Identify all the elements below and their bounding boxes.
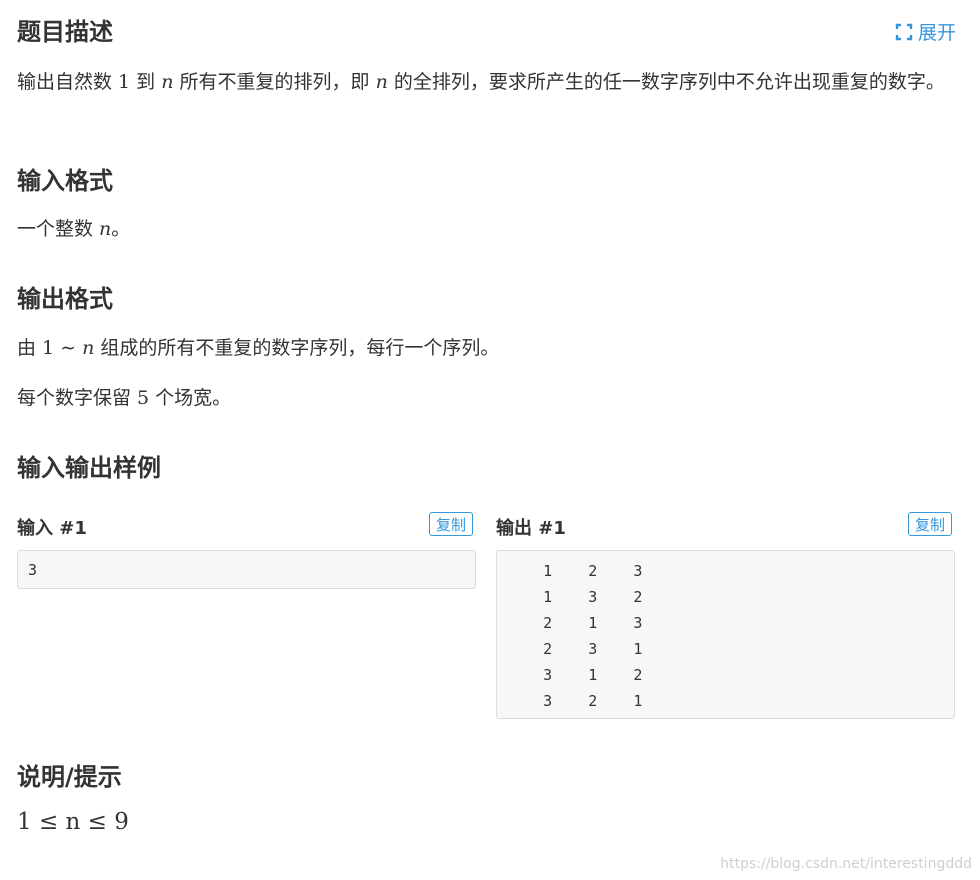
- sample-input-box[interactable]: 3: [17, 550, 476, 589]
- code-line: 3: [28, 561, 38, 579]
- problem-description-title: 题目描述: [17, 18, 113, 46]
- sample-input-title: 输入 #1: [17, 518, 87, 539]
- expand-icon: [895, 23, 913, 40]
- description-text: 输出自然数 1 到 n 所有不重复的排列，即 n 的全排列，要求所产生的任一数字…: [17, 71, 945, 93]
- code-line: 1 2 3: [507, 562, 643, 580]
- input-format-text: 一个整数 n。: [17, 218, 131, 240]
- code-line: 3 2 1: [507, 692, 643, 710]
- sample-input-lines: 3: [28, 557, 465, 583]
- expand-button[interactable]: 展开: [894, 18, 956, 45]
- hint-title: 说明/提示: [17, 763, 122, 791]
- output-format-line1: 由 1 ∼ n 组成的所有不重复的数字序列，每行一个序列。: [17, 337, 500, 359]
- code-line: 2 3 1: [507, 640, 643, 658]
- copy-output-button[interactable]: 复制: [908, 512, 953, 536]
- copy-input-button[interactable]: 复制: [429, 512, 474, 536]
- hint-constraint: 1 ≤ n ≤ 9: [17, 809, 129, 835]
- sample-output-box[interactable]: 1 2 3 1 3 2 2 1 3 2 3 1 3 1 2 3 2 1: [496, 550, 955, 719]
- samples-title: 输入输出样例: [17, 454, 161, 482]
- expand-label: 展开: [917, 22, 956, 44]
- output-format-title: 输出格式: [17, 285, 113, 313]
- input-format-title: 输入格式: [17, 167, 113, 195]
- watermark: https://blog.csdn.net/interestingddd: [720, 856, 972, 872]
- code-line: 2 1 3: [507, 614, 643, 632]
- code-line: 3 1 2: [507, 666, 643, 684]
- sample-output-lines: 1 2 3 1 3 2 2 1 3 2 3 1 3 1 2 3 2 1: [507, 558, 944, 714]
- sample-output-title: 输出 #1: [496, 518, 566, 539]
- output-format-line2: 每个数字保留 5 个场宽。: [17, 387, 232, 409]
- code-line: 1 3 2: [507, 588, 643, 606]
